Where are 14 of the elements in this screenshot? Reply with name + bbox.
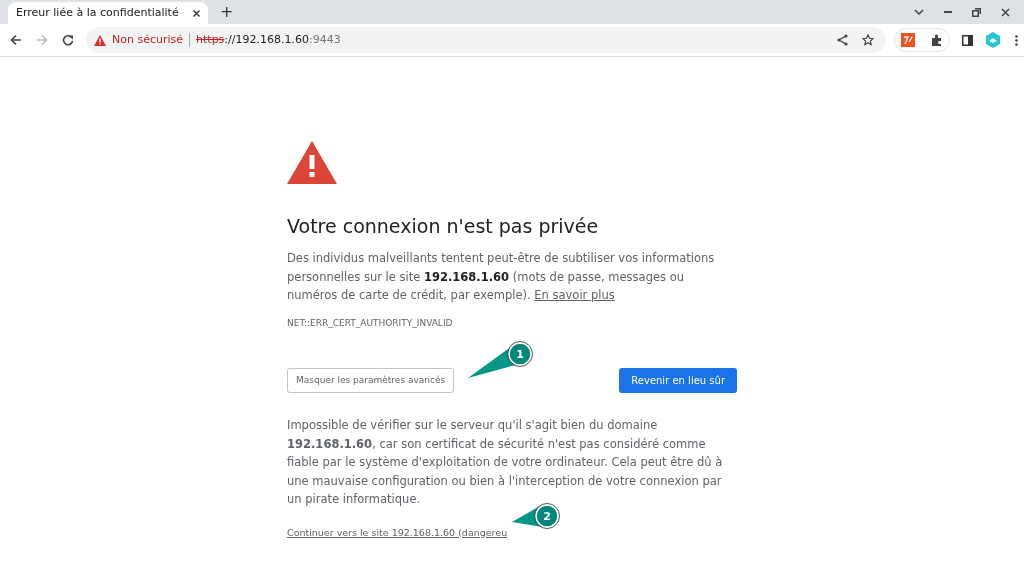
page-heading: Votre connexion n'est pas privée — [287, 214, 600, 239]
url-text: https://192.168.1.60:9443 — [196, 31, 341, 48]
learn-more-link[interactable]: En savoir plus — [534, 288, 615, 302]
back-to-safety-button[interactable]: Revenir en lieu sûr — [619, 368, 737, 393]
intro-paragraph: Des individus malveillants tentent peut-être de subtiliser vos informations personnelles sur le site 192.168.1.60 (mots de passe, messages ou numéros de carte de crédit, par exemple). En savoir plus — [287, 250, 716, 304]
callout-badge: 1 — [507, 341, 533, 367]
error-code: NET::ERR_CERT_AUTHORITY_INVALID — [287, 316, 454, 330]
browser-tab[interactable]: Erreur liée à la confidentialité — [8, 2, 208, 24]
tab-title: Erreur liée à la confidentialité — [16, 4, 179, 21]
advanced-button[interactable]: Masquer les paramètres avancés — [287, 368, 455, 393]
security-label[interactable]: Non sécurisé — [112, 31, 184, 49]
address-bar[interactable]: Non sécurisé https://192.168.1.60:9443 — [86, 27, 886, 53]
new-tab-button[interactable]: + — [220, 4, 234, 20]
callout-badge: 2 — [534, 503, 560, 529]
